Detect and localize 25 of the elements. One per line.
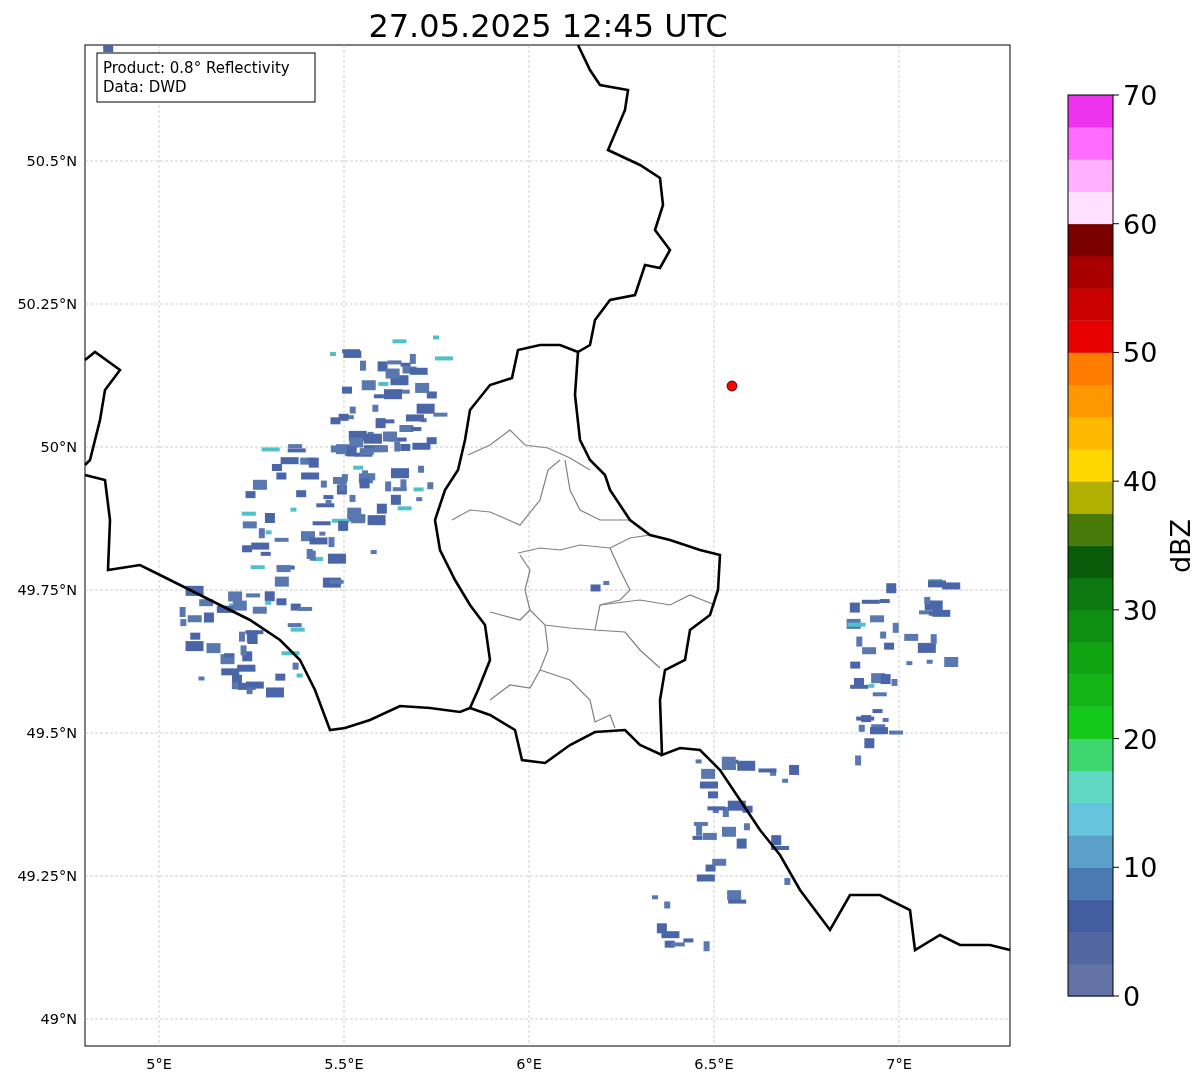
colorbar-tick-label: 50 — [1123, 337, 1158, 369]
latitude-label: 50.5°N — [26, 153, 77, 169]
latitude-label: 50.25°N — [17, 296, 77, 312]
colorbar-tick-label: 20 — [1123, 723, 1158, 755]
latitude-label: 49°N — [40, 1011, 77, 1027]
longitude-label: 7°E — [886, 1056, 912, 1072]
colorbar-label: dBZ — [1165, 518, 1196, 574]
latitude-label: 49.25°N — [17, 868, 77, 884]
station-marker — [726, 380, 738, 392]
info-text: Product: 0.8° Reflectivity — [103, 59, 290, 77]
colorbar-tick-label: 30 — [1123, 594, 1158, 626]
chart-title: 27.05.2025 12:45 UTC — [368, 7, 728, 45]
latitude-label: 49.75°N — [17, 582, 77, 598]
longitude-label: 5.5°E — [324, 1056, 364, 1072]
longitude-label: 5°E — [146, 1056, 172, 1072]
colorbar-tick-label: 60 — [1123, 208, 1158, 240]
longitude-label: 6.5°E — [694, 1056, 734, 1072]
latitude-label: 49.5°N — [26, 725, 77, 741]
latitude-label: 50°N — [40, 439, 77, 455]
colorbar-tick-label: 10 — [1123, 852, 1158, 884]
longitude-label: 6°E — [516, 1056, 542, 1072]
colorbar-tick-label: 0 — [1123, 981, 1141, 1012]
info-text: Data: DWD — [103, 78, 187, 96]
colorbar-tick-label: 40 — [1123, 466, 1158, 498]
colorbar-tick-label: 70 — [1123, 80, 1158, 111]
